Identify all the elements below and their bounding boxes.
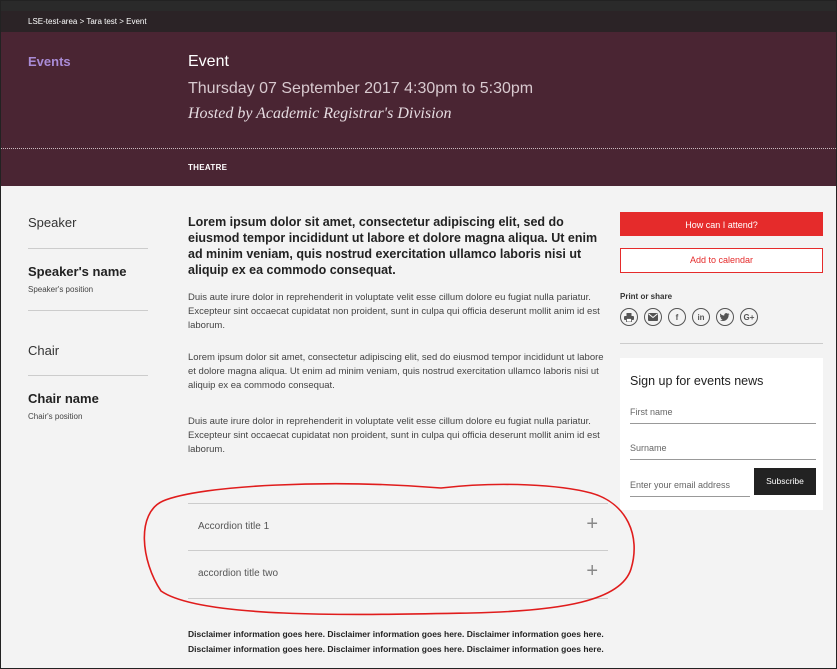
chair-heading: Chair — [28, 343, 60, 358]
share-icons: f in G+ — [620, 308, 758, 330]
divider — [28, 310, 148, 311]
section-label-events[interactable]: Events — [28, 54, 71, 69]
body-paragraph: Lorem ipsum dolor sit amet, consectetur … — [188, 352, 604, 391]
how-can-i-attend-button[interactable]: How can I attend? — [620, 212, 823, 236]
event-host: Hosted by Academic Registrar's Division — [188, 105, 452, 122]
add-to-calendar-button[interactable]: Add to calendar — [620, 248, 823, 273]
subscribe-button[interactable]: Subscribe — [754, 468, 816, 495]
twitter-icon[interactable] — [716, 308, 734, 326]
print-icon[interactable] — [620, 308, 638, 326]
breadcrumb[interactable]: LSE-test-area > Tara test > Event — [1, 11, 836, 32]
divider — [620, 343, 823, 344]
speaker-name: Speaker's name — [28, 264, 127, 279]
plus-icon[interactable]: + — [586, 513, 598, 536]
body-paragraph: Duis aute irure dolor in reprehenderit i… — [188, 416, 600, 455]
accordion-item-2[interactable]: accordion title two + — [188, 551, 608, 597]
linkedin-icon[interactable]: in — [692, 308, 710, 326]
accordion-title: Accordion title 1 — [198, 521, 270, 532]
disclaimer: Disclaimer information goes here. Discla… — [188, 629, 604, 654]
chair-position: Chair's position — [28, 412, 83, 421]
body-paragraph: Duis aute irure dolor in reprehenderit i… — [188, 292, 600, 331]
hero-divider — [1, 148, 836, 149]
accordion-item-1[interactable]: Accordion title 1 + — [188, 504, 608, 550]
accordion-title: accordion title two — [198, 568, 279, 579]
chair-name: Chair name — [28, 391, 99, 406]
divider — [28, 375, 148, 376]
first-name-field[interactable]: First name — [630, 407, 816, 424]
facebook-icon[interactable]: f — [668, 308, 686, 326]
event-venue: THEATRE — [188, 163, 228, 172]
signup-title: Sign up for events news — [630, 374, 764, 388]
google-plus-icon[interactable]: G+ — [740, 308, 758, 326]
newsletter-signup: Sign up for events news First name Surna… — [620, 358, 823, 510]
surname-field[interactable]: Surname — [630, 443, 816, 460]
speaker-heading: Speaker — [28, 215, 77, 230]
event-date: Thursday 07 September 2017 4:30pm to 5:3… — [188, 80, 534, 97]
page-title: Event — [188, 53, 229, 70]
divider — [28, 248, 148, 249]
event-hero: Events Event Thursday 07 September 2017 … — [1, 32, 836, 186]
lead-paragraph: Lorem ipsum dolor sit amet, consectetur … — [188, 215, 598, 277]
accordion-divider — [188, 598, 608, 599]
speaker-position: Speaker's position — [28, 285, 94, 294]
page-frame: LSE-test-area > Tara test > Event Events… — [0, 0, 837, 669]
email-icon[interactable] — [644, 308, 662, 326]
email-field[interactable]: Enter your email address — [630, 480, 750, 497]
share-label: Print or share — [620, 292, 673, 301]
browser-top-strip — [1, 1, 836, 11]
plus-icon[interactable]: + — [586, 560, 598, 583]
